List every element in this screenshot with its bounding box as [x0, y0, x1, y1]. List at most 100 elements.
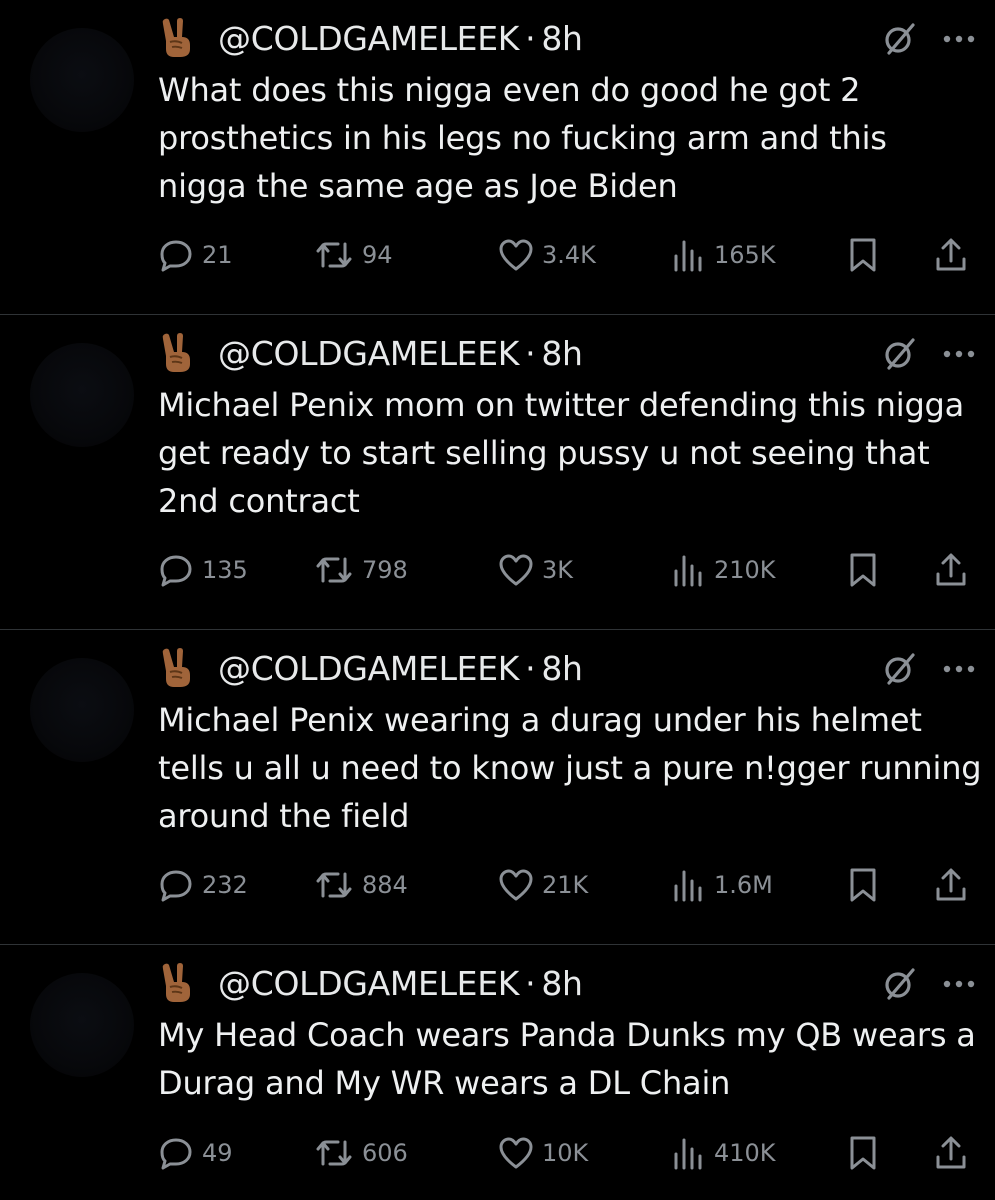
views-icon — [674, 870, 702, 902]
tweet-header: @COLDGAMELEEK · 8h — [160, 14, 975, 62]
tweet-handle[interactable]: @COLDGAMELEEK — [218, 964, 519, 1003]
avatar[interactable] — [30, 28, 134, 132]
like-button[interactable]: 21K — [498, 862, 588, 908]
views-button[interactable]: 165K — [670, 232, 776, 278]
repost-count: 94 — [362, 241, 393, 269]
repost-button[interactable]: 884 — [314, 862, 408, 908]
avatar[interactable] — [30, 973, 134, 1077]
share-button[interactable] — [934, 232, 968, 278]
tweet[interactable]: @COLDGAMELEEK · 8h Michael Penix mom on … — [0, 315, 995, 630]
avatar[interactable] — [30, 343, 134, 447]
grok-icon[interactable] — [883, 337, 917, 371]
tweet-actions: 21 94 3.4K 165K — [158, 232, 977, 278]
reply-button[interactable]: 21 — [158, 232, 233, 278]
views-count: 1.6M — [714, 871, 773, 899]
like-button[interactable]: 10K — [498, 1130, 588, 1176]
repost-count: 606 — [362, 1139, 408, 1167]
grok-icon[interactable] — [883, 652, 917, 686]
share-button[interactable] — [934, 547, 968, 593]
grok-icon[interactable] — [883, 22, 917, 56]
views-icon — [674, 555, 702, 587]
reply-icon — [160, 870, 192, 902]
reply-count: 135 — [202, 556, 248, 584]
share-icon — [936, 553, 966, 586]
views-count: 210K — [714, 556, 776, 584]
victory-hand-emoji — [162, 963, 190, 1002]
repost-icon — [316, 872, 352, 898]
share-button[interactable] — [934, 1130, 968, 1176]
more-icon[interactable] — [943, 34, 975, 44]
separator-dot: · — [525, 963, 536, 1003]
more-icon[interactable] — [943, 979, 975, 989]
views-count: 165K — [714, 241, 776, 269]
bookmark-icon — [850, 553, 876, 587]
reply-count: 232 — [202, 871, 248, 899]
like-button[interactable]: 3K — [498, 547, 573, 593]
like-count: 3.4K — [542, 241, 596, 269]
like-button[interactable]: 3.4K — [498, 232, 596, 278]
like-count: 3K — [542, 556, 574, 584]
header-actions — [883, 337, 975, 371]
tweet-header: @COLDGAMELEEK · 8h — [160, 959, 975, 1007]
reply-button[interactable]: 232 — [158, 862, 248, 908]
like-count: 21K — [542, 871, 589, 899]
tweet-actions: 232 884 21K 1.6M — [158, 862, 977, 908]
tweet-time[interactable]: 8h — [541, 19, 583, 58]
header-actions — [883, 652, 975, 686]
bookmark-button[interactable] — [848, 232, 878, 278]
views-button[interactable]: 210K — [670, 547, 776, 593]
heart-icon — [499, 1137, 533, 1169]
bookmark-button[interactable] — [848, 547, 878, 593]
views-icon — [674, 1138, 702, 1170]
more-icon[interactable] — [943, 349, 975, 359]
tweet-header: @COLDGAMELEEK · 8h — [160, 329, 975, 377]
reply-count: 21 — [202, 241, 233, 269]
reply-icon — [160, 1138, 192, 1170]
tweet-text: What does this nigga even do good he got… — [158, 71, 887, 205]
repost-button[interactable]: 94 — [314, 232, 393, 278]
tweet-text: Michael Penix mom on twitter defending t… — [158, 386, 965, 520]
tweet-actions: 135 798 3K 210K — [158, 547, 977, 593]
reply-button[interactable]: 49 — [158, 1130, 233, 1176]
bookmark-button[interactable] — [848, 1130, 878, 1176]
tweet-time[interactable]: 8h — [541, 964, 583, 1003]
bookmark-icon — [850, 238, 876, 272]
views-button[interactable]: 410K — [670, 1130, 776, 1176]
tweet[interactable]: @COLDGAMELEEK · 8h Michael Penix wearing… — [0, 630, 995, 945]
tweet[interactable]: @COLDGAMELEEK · 8h My Head Coach wears P… — [0, 945, 995, 1200]
repost-icon — [316, 242, 352, 268]
heart-icon — [499, 869, 533, 901]
victory-hand-emoji — [162, 333, 190, 372]
share-icon — [936, 238, 966, 271]
separator-dot: · — [525, 648, 536, 688]
tweet-actions: 49 606 10K 410K — [158, 1130, 977, 1176]
repost-button[interactable]: 606 — [314, 1130, 408, 1176]
tweet-time[interactable]: 8h — [541, 334, 583, 373]
header-actions — [883, 22, 975, 56]
heart-icon — [499, 554, 533, 586]
tweet-handle[interactable]: @COLDGAMELEEK — [218, 649, 519, 688]
tweet[interactable]: @COLDGAMELEEK · 8h What does this nigga … — [0, 0, 995, 315]
tweet-handle[interactable]: @COLDGAMELEEK — [218, 334, 519, 373]
grok-icon[interactable] — [883, 967, 917, 1001]
views-button[interactable]: 1.6M — [670, 862, 773, 908]
repost-button[interactable]: 798 — [314, 547, 408, 593]
bookmark-button[interactable] — [848, 862, 878, 908]
repost-count: 884 — [362, 871, 408, 899]
share-icon — [936, 868, 966, 901]
separator-dot: · — [525, 18, 536, 58]
tweet-time[interactable]: 8h — [541, 649, 583, 688]
bookmark-icon — [850, 868, 876, 902]
share-button[interactable] — [934, 862, 968, 908]
views-icon — [674, 240, 702, 272]
tweet-handle[interactable]: @COLDGAMELEEK — [218, 19, 519, 58]
more-icon[interactable] — [943, 664, 975, 674]
reply-count: 49 — [202, 1139, 233, 1167]
share-icon — [936, 1136, 966, 1169]
reply-button[interactable]: 135 — [158, 547, 248, 593]
victory-hand-emoji — [162, 648, 190, 687]
victory-hand-emoji — [162, 18, 190, 57]
timeline-feed: @COLDGAMELEEK · 8h What does this nigga … — [0, 0, 995, 1200]
avatar[interactable] — [30, 658, 134, 762]
views-count: 410K — [714, 1139, 776, 1167]
